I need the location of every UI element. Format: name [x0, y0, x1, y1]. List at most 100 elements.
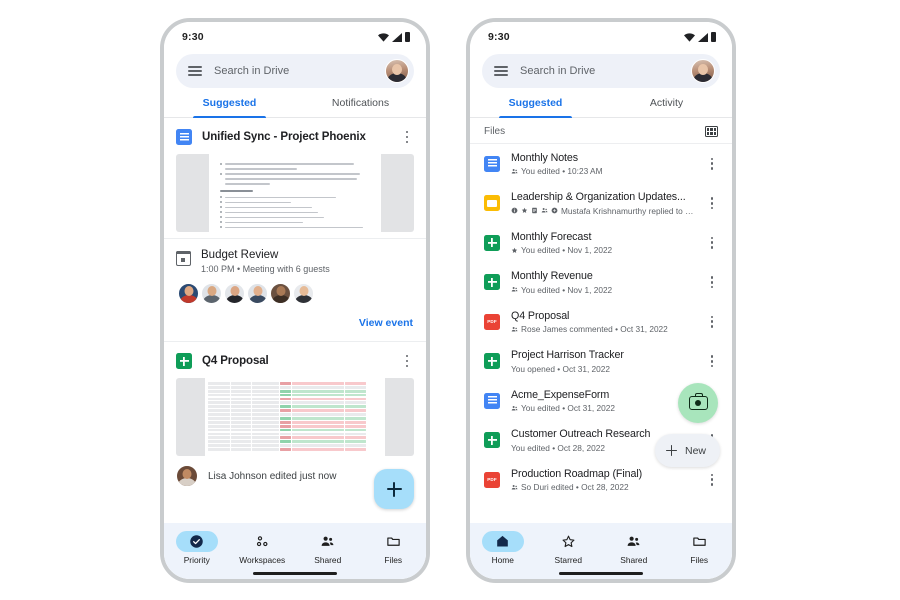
- more-options-icon[interactable]: [705, 473, 719, 486]
- spreadsheet-cell: [231, 424, 251, 428]
- hamburger-menu-icon[interactable]: [494, 66, 508, 76]
- spreadsheet-cell: [291, 385, 345, 389]
- nav-item-shared[interactable]: Shared: [295, 531, 361, 565]
- guest-avatar[interactable]: [201, 283, 222, 304]
- spreadsheet-cell: [345, 382, 367, 385]
- nav-item-workspaces[interactable]: Workspaces: [230, 531, 296, 565]
- card-title: Unified Sync - Project Phoenix: [202, 131, 366, 143]
- shared-people-icon: [511, 326, 518, 332]
- file-meta: Rose James commented • Oct 31, 2022: [511, 324, 694, 334]
- more-options-icon[interactable]: [705, 197, 719, 210]
- status-clock: 9:30: [182, 31, 204, 43]
- spreadsheet-cell: [251, 436, 280, 440]
- spreadsheet-cell: [251, 393, 280, 397]
- files-list: Monthly Notes You edited • 10:23 AM Leader…: [470, 144, 732, 523]
- file-meta-text: So Duri edited • Oct 28, 2022: [521, 482, 629, 492]
- spreadsheet-thumbnail[interactable]: [176, 378, 414, 456]
- tab-suggested[interactable]: Suggested: [164, 97, 295, 118]
- tab-notifications[interactable]: Notifications: [295, 97, 426, 117]
- more-options-icon[interactable]: [400, 130, 414, 144]
- spreadsheet-cell: [231, 436, 251, 440]
- guest-avatar[interactable]: [270, 283, 291, 304]
- nav-label: Shared: [314, 555, 342, 565]
- new-button-label: New: [684, 444, 706, 457]
- spreadsheet-cell: [280, 432, 291, 436]
- spreadsheet-cell: [251, 448, 280, 451]
- spreadsheet-cell: [207, 401, 231, 405]
- avatar[interactable]: [691, 59, 715, 83]
- file-row[interactable]: Leadership & Organization Updates... Must…: [470, 184, 732, 224]
- spreadsheet-row: [207, 405, 383, 409]
- card-document[interactable]: Unified Sync - Project Phoenix: [164, 118, 426, 239]
- spreadsheet-cell: [345, 401, 367, 405]
- avatar[interactable]: [385, 59, 409, 83]
- spreadsheet-cell: [280, 444, 291, 448]
- spreadsheet-cell: [345, 405, 367, 409]
- spreadsheet-cell: [207, 432, 231, 436]
- nav-label: Workspaces: [239, 555, 286, 565]
- file-row[interactable]: PDF Q4 Proposal Rose James commented • Oct…: [470, 302, 732, 342]
- tab-activity[interactable]: Activity: [601, 97, 732, 117]
- file-meta-text: Rose James commented • Oct 31, 2022: [521, 324, 668, 334]
- file-text: Monthly Notes You edited • 10:23 AM: [511, 152, 694, 177]
- new-button[interactable]: New: [654, 434, 720, 467]
- nav-item-files[interactable]: Files: [667, 531, 733, 565]
- more-options-icon[interactable]: [705, 355, 719, 368]
- camera-scan-fab[interactable]: [678, 383, 718, 423]
- spreadsheet-cell: [280, 424, 291, 428]
- tab-suggested[interactable]: Suggested: [470, 97, 601, 118]
- file-name: Monthly Forecast: [511, 230, 592, 243]
- search-bar[interactable]: Search in Drive: [176, 54, 414, 88]
- spreadsheet-cell: [207, 413, 231, 416]
- document-thumbnail[interactable]: [176, 154, 414, 232]
- nav-item-files[interactable]: Files: [361, 531, 427, 565]
- file-row[interactable]: Project Harrison Tracker You opened • Oct…: [470, 342, 732, 382]
- nav-item-home[interactable]: Home: [470, 531, 536, 565]
- file-row[interactable]: Monthly Notes You edited • 10:23 AM: [470, 144, 732, 184]
- editor-activity-text: Lisa Johnson edited just now: [208, 470, 337, 482]
- file-row[interactable]: Monthly Forecast You edited • Nov 1, 2022: [470, 223, 732, 263]
- suggested-feed: Unified Sync - Project Phoenix Budget Re…: [164, 118, 426, 523]
- spreadsheet-cell: [231, 401, 251, 405]
- spreadsheet-row: [207, 382, 383, 385]
- more-options-icon[interactable]: [705, 315, 719, 328]
- more-options-icon[interactable]: [705, 236, 719, 249]
- nav-item-shared[interactable]: Shared: [601, 531, 667, 565]
- shared-people-icon: [541, 208, 548, 213]
- comment-icon: [551, 207, 558, 214]
- more-options-icon[interactable]: [705, 157, 719, 170]
- view-event-button[interactable]: View event: [164, 304, 426, 335]
- search-bar[interactable]: Search in Drive: [482, 54, 720, 88]
- nav-item-priority[interactable]: Priority: [164, 531, 230, 565]
- spreadsheet-cell: [280, 420, 291, 424]
- guest-avatar[interactable]: [178, 283, 199, 304]
- search-input[interactable]: Search in Drive: [520, 65, 691, 77]
- spreadsheet-cell: [280, 409, 291, 413]
- spreadsheet-row: [207, 401, 383, 405]
- create-fab-button[interactable]: [374, 469, 414, 509]
- nav-item-starred[interactable]: Starred: [536, 531, 602, 565]
- nav-pill: [241, 531, 283, 552]
- search-input[interactable]: Search in Drive: [214, 65, 385, 77]
- card-calendar-event[interactable]: Budget Review 1:00 PM • Meeting with 6 g…: [164, 239, 426, 342]
- file-name: Monthly Revenue: [511, 270, 593, 282]
- spreadsheet-cell: [207, 393, 231, 397]
- spreadsheet-cell: [207, 440, 231, 444]
- spreadsheet-cell: [291, 405, 345, 409]
- nav-pill: [481, 531, 524, 552]
- grid-view-icon[interactable]: [705, 126, 718, 137]
- spreadsheet-cell: [291, 397, 345, 401]
- file-row[interactable]: Monthly Revenue You edited • Nov 1, 2022: [470, 263, 732, 303]
- spreadsheet-row: [207, 424, 383, 428]
- spreadsheet-cell: [291, 440, 345, 444]
- more-options-icon[interactable]: [400, 354, 414, 368]
- spreadsheet-cell: [251, 397, 280, 401]
- guest-avatar[interactable]: [293, 283, 314, 304]
- guest-avatar[interactable]: [247, 283, 268, 304]
- file-meta: Mustafa Krishnamurthy replied to a...: [511, 206, 694, 216]
- more-options-icon[interactable]: [705, 276, 719, 289]
- spreadsheet-cell: [251, 424, 280, 428]
- hamburger-menu-icon[interactable]: [188, 66, 202, 76]
- document-icon: [532, 207, 537, 214]
- guest-avatar[interactable]: [224, 283, 245, 304]
